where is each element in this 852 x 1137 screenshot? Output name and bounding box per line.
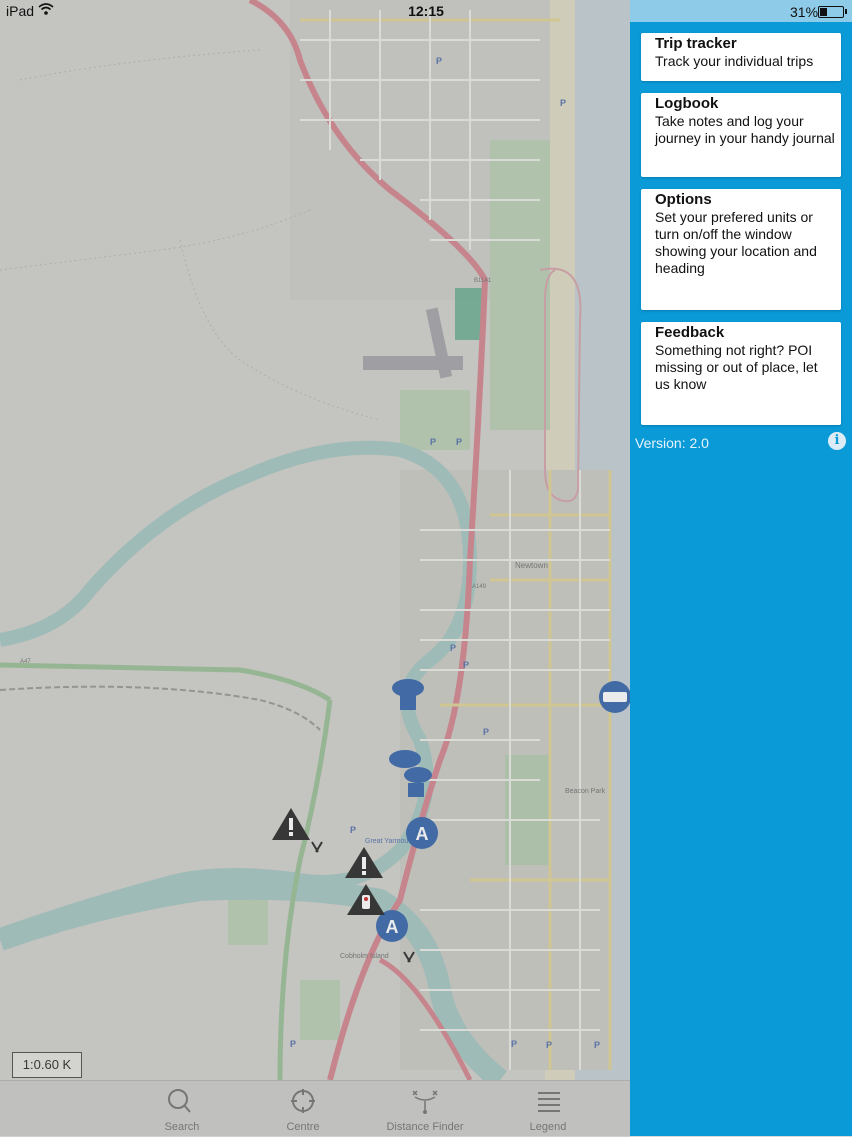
- card-description: Track your individual trips: [655, 53, 814, 69]
- version-label: Version: 2.0: [635, 435, 709, 451]
- card-title: Options: [655, 191, 712, 208]
- warning-marker-1[interactable]: [272, 808, 310, 840]
- svg-text:P: P: [430, 437, 436, 447]
- tab-legend[interactable]: Legend: [498, 1081, 598, 1137]
- label-cobholm: Cobholm Island: [340, 953, 389, 960]
- card-description: Take notes and log your journey in your …: [655, 113, 835, 146]
- svg-text:A: A: [416, 824, 429, 844]
- tab-search-label: Search: [164, 1121, 200, 1133]
- svg-text:P: P: [436, 56, 442, 66]
- crosshair-icon: [253, 1087, 353, 1115]
- svg-text:P: P: [463, 660, 469, 670]
- svg-text:P: P: [560, 98, 566, 108]
- info-icon[interactable]: i: [828, 432, 846, 450]
- svg-text:P: P: [450, 643, 456, 653]
- menu-card-options[interactable]: Options Set your prefered units or turn …: [641, 189, 841, 310]
- card-description: Set your prefered units or turn on/off t…: [655, 209, 817, 276]
- card-title: Logbook: [655, 95, 719, 112]
- label-b1141: B1141: [474, 278, 492, 284]
- label-newtown: Newtown: [515, 561, 548, 570]
- battery-percent: 31%: [790, 4, 819, 20]
- tab-legend-label: Legend: [529, 1121, 567, 1133]
- search-icon: [132, 1087, 232, 1115]
- card-title: Trip tracker: [655, 35, 737, 52]
- svg-text:A: A: [386, 917, 399, 937]
- map-canvas[interactable]: Newtown Great Yarmouth Cobholm Island Be…: [0, 0, 630, 1080]
- tab-centre[interactable]: Centre: [253, 1081, 353, 1137]
- svg-text:P: P: [594, 1040, 600, 1050]
- map-scale: 1:0.60 K: [12, 1052, 82, 1078]
- svg-text:P: P: [483, 727, 489, 737]
- status-bar: iPad 12:15 31%: [0, 0, 852, 22]
- svg-text:P: P: [546, 1040, 552, 1050]
- svg-text:P: P: [511, 1039, 517, 1049]
- svg-text:P: P: [350, 825, 356, 835]
- side-menu-panel: Trip tracker Track your individual trips…: [630, 0, 852, 1136]
- menu-card-feedback[interactable]: Feedback Something not right? POI missin…: [641, 322, 841, 425]
- card-description: Something not right? POI missing or out …: [655, 342, 818, 392]
- menu-card-logbook[interactable]: Logbook Take notes and log your journey …: [641, 93, 841, 177]
- label-a149: A149: [472, 584, 487, 590]
- bridge-marker-1: [311, 841, 323, 853]
- tab-distance-finder-label: Distance Finder: [386, 1121, 464, 1133]
- svg-text:P: P: [456, 437, 462, 447]
- menu-card-trip-tracker[interactable]: Trip tracker Track your individual trips: [641, 33, 841, 81]
- bottom-tab-bar: Search Centre Distance Finder Legend: [0, 1080, 630, 1137]
- tab-distance-finder[interactable]: Distance Finder: [375, 1081, 475, 1137]
- label-a47: A47: [20, 659, 31, 665]
- station-marker-a-1[interactable]: A: [406, 817, 438, 849]
- list-icon: [498, 1087, 598, 1115]
- clock: 12:15: [408, 3, 444, 19]
- card-title: Feedback: [655, 324, 725, 341]
- bus-station-marker[interactable]: [599, 681, 630, 713]
- map-view[interactable]: Newtown Great Yarmouth Cobholm Island Be…: [0, 0, 630, 1080]
- label-beacon-park: Beacon Park: [565, 788, 606, 795]
- tab-centre-label: Centre: [286, 1121, 320, 1133]
- tab-search[interactable]: Search: [132, 1081, 232, 1137]
- svg-text:P: P: [290, 1039, 296, 1049]
- battery-icon: [818, 6, 847, 18]
- label-great-yarmouth: Great Yarmouth: [365, 838, 414, 845]
- distance-icon: [375, 1087, 475, 1115]
